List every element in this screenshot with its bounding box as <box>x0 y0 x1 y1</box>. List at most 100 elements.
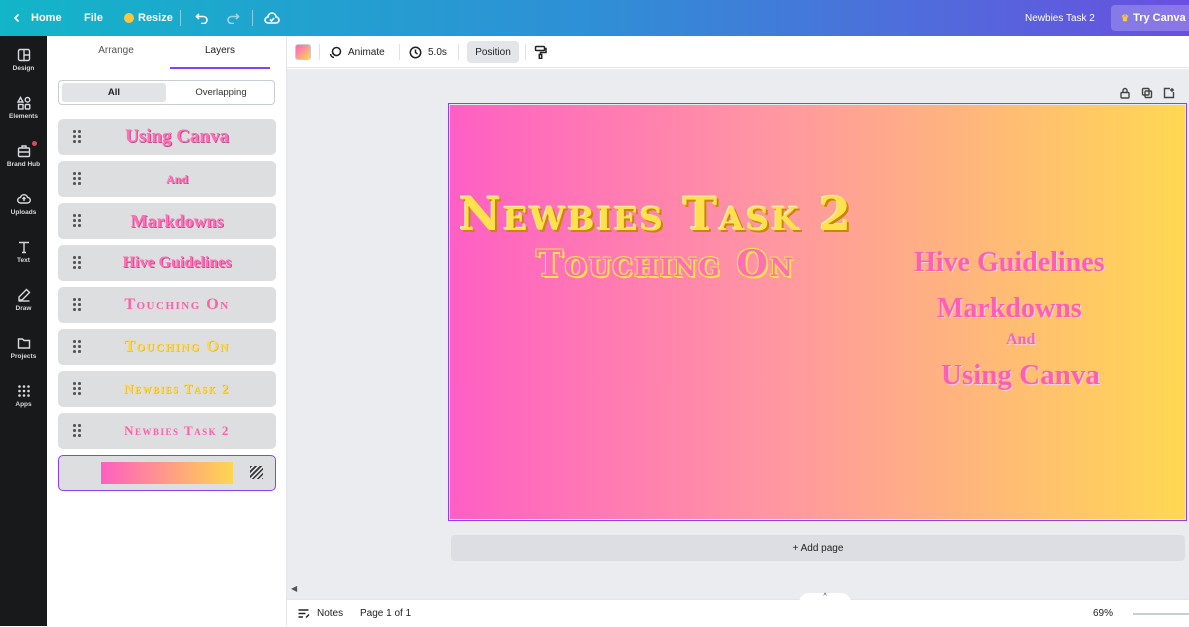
locked-background-icon <box>250 466 263 479</box>
layer-row-background[interactable] <box>58 455 276 491</box>
home-button[interactable]: Home <box>12 0 62 36</box>
folder-icon <box>17 338 30 349</box>
filter-all-button[interactable]: All <box>62 83 166 102</box>
drag-handle-icon[interactable] <box>73 298 81 312</box>
briefcase-icon <box>17 145 30 158</box>
crown-icon <box>124 13 134 23</box>
rail-item-elements[interactable]: Elements <box>0 88 47 128</box>
add-page-button[interactable]: + Add page <box>451 535 1185 561</box>
drag-handle-icon[interactable] <box>73 214 81 228</box>
canvas-subtitle-text[interactable]: Touching On <box>536 243 795 285</box>
drag-handle-icon[interactable] <box>73 172 81 186</box>
redo-icon <box>227 13 240 24</box>
drag-handle-icon[interactable] <box>73 256 81 270</box>
background-color-button[interactable] <box>295 36 311 68</box>
try-label: Try Canva Pro <box>1133 12 1189 24</box>
redo-button[interactable] <box>226 0 240 36</box>
notes-label: Notes <box>317 608 344 619</box>
layer-preview-text: Newbies Task 2 <box>124 381 230 396</box>
home-label: Home <box>31 12 62 24</box>
page-panel-toggle[interactable]: ^ <box>799 593 851 603</box>
design-title[interactable]: Newbies Task 2 <box>1025 0 1095 36</box>
layer-preview-text: Using Canva <box>125 126 229 147</box>
layout-icon <box>17 48 30 62</box>
lock-icon[interactable] <box>1119 87 1131 99</box>
rail-item-apps[interactable]: Apps <box>0 376 47 416</box>
zoom-slider[interactable] <box>1133 613 1189 615</box>
rail-label: Brand Hub <box>6 161 41 168</box>
layer-preview-text: And <box>165 171 188 186</box>
rail-label: Text <box>17 257 30 264</box>
duplicate-icon[interactable] <box>1141 87 1153 99</box>
canvas-text-hive-guidelines[interactable]: Hive Guidelines <box>914 247 1105 279</box>
toolbar-divider <box>458 44 459 60</box>
rail-item-design[interactable]: Design <box>0 40 47 80</box>
rail-label: Elements <box>9 113 38 120</box>
layer-preview-text: Newbies Task 2 <box>124 423 230 438</box>
side-rail: Design Elements Brand Hub Uploads Text D… <box>0 36 47 626</box>
add-page-icon[interactable] <box>1163 87 1175 99</box>
canvas-text-markdowns[interactable]: Markdowns <box>937 293 1082 325</box>
zoom-level[interactable]: 69% <box>1093 600 1113 627</box>
rail-label: Uploads <box>10 209 37 216</box>
tab-layers[interactable]: Layers <box>170 45 270 56</box>
drag-handle-icon[interactable] <box>73 424 81 438</box>
rail-label: Projects <box>10 353 37 360</box>
active-tab-indicator <box>170 67 270 69</box>
chevron-up-icon: ^ <box>823 593 827 600</box>
layer-row[interactable]: Using Canva <box>58 119 276 155</box>
layer-row[interactable]: Newbies Task 2 <box>58 371 276 407</box>
scroll-left-icon[interactable]: ◀ <box>291 584 297 593</box>
position-button[interactable]: Position <box>467 41 519 63</box>
crown-icon: ♛ <box>1121 12 1130 23</box>
drag-handle-icon[interactable] <box>73 340 81 354</box>
cloud-upload-icon <box>16 194 31 204</box>
bottom-bar: ^ Notes Page 1 of 1 69% <box>287 593 1189 627</box>
undo-button[interactable] <box>195 0 209 36</box>
duration-button[interactable]: 5.0s <box>409 36 447 68</box>
rail-item-uploads[interactable]: Uploads <box>0 184 47 224</box>
layer-row[interactable]: And <box>58 161 276 197</box>
canvas-text-using-canva[interactable]: Using Canva <box>941 359 1100 392</box>
layer-row[interactable]: Touching On <box>58 329 276 365</box>
layer-row[interactable]: Hive Guidelines <box>58 245 276 281</box>
rail-label: Draw <box>15 305 32 312</box>
file-menu-button[interactable]: File <box>84 0 103 36</box>
cloud-save-button[interactable] <box>264 0 280 36</box>
drag-handle-icon[interactable] <box>73 130 81 144</box>
try-canva-pro-button[interactable]: ♛ Try Canva Pro <box>1111 5 1189 31</box>
pen-icon <box>17 288 30 302</box>
shapes-icon <box>16 96 31 110</box>
color-swatch-icon <box>295 44 311 60</box>
copy-style-button[interactable] <box>534 36 547 68</box>
rail-item-brand-hub[interactable]: Brand Hub <box>0 136 47 176</box>
clock-icon <box>409 46 422 58</box>
animate-label: Animate <box>348 46 385 58</box>
layer-row[interactable]: Newbies Task 2 <box>58 413 276 449</box>
rail-item-draw[interactable]: Draw <box>0 280 47 320</box>
animate-icon <box>329 46 342 58</box>
design-page[interactable]: Newbies Task 2 Touching On Hive Guidelin… <box>448 103 1187 521</box>
chevron-left-icon <box>13 13 20 23</box>
animate-button[interactable]: Animate <box>329 36 385 68</box>
toolbar-divider <box>525 44 526 60</box>
text-icon <box>18 241 29 254</box>
page-actions <box>1119 87 1175 99</box>
layer-row[interactable]: Markdowns <box>58 203 276 239</box>
resize-button[interactable]: Resize <box>124 0 173 36</box>
filter-overlapping-button[interactable]: Overlapping <box>169 83 273 102</box>
rail-label: Design <box>12 65 35 72</box>
notes-icon <box>298 609 310 618</box>
canvas-title-text[interactable]: Newbies Task 2 <box>459 187 853 241</box>
top-bar: Home File Resize Newbies Task 2 ♛ Try Ca… <box>0 0 1189 36</box>
drag-handle-icon[interactable] <box>73 382 81 396</box>
page-indicator[interactable]: Page 1 of 1 <box>360 600 411 627</box>
layer-row[interactable]: Touching On <box>58 287 276 323</box>
tab-arrange[interactable]: Arrange <box>66 45 166 56</box>
rail-item-projects[interactable]: Projects <box>0 328 47 368</box>
canvas-text-and[interactable]: And <box>1006 331 1035 349</box>
notes-button[interactable]: Notes <box>297 600 343 627</box>
resize-label: Resize <box>138 12 173 24</box>
canvas-area: Newbies Task 2 Touching On Hive Guidelin… <box>287 69 1189 599</box>
rail-item-text[interactable]: Text <box>0 232 47 272</box>
